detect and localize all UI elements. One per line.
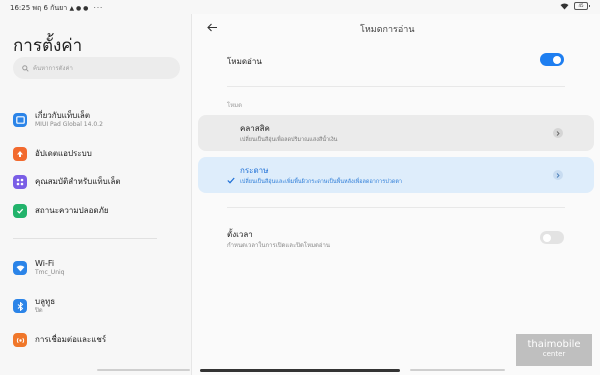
wifi-status-icon [560, 3, 569, 9]
settings-title: การตั้งค่า [13, 36, 83, 56]
sidebar-item-system-app-updates[interactable]: อัปเดตแอประบบ [13, 142, 183, 166]
sidebar-item-wifi[interactable]: Wi-Fi Tmc_Uniq [13, 256, 183, 280]
sidebar-item-label: บลูทูธ [35, 296, 56, 306]
more-notifications-dots: ··· [93, 4, 104, 12]
mode-section-label: โหมด [227, 102, 243, 109]
mode-option-description: เปลี่ยนเป็นสีอุ่นเพื่อลดปริมาณแสงสีน้ำเง… [240, 137, 338, 143]
sidebar-item-label: การเชื่อมต่อและแชร์ [35, 335, 107, 345]
sidebar-item-security-status[interactable]: สถานะความปลอดภัย [13, 199, 183, 223]
timer-toggle[interactable] [540, 231, 564, 244]
watermark-logo: thaimobile center [516, 334, 592, 366]
mode-option-description: เปลี่ยนเป็นสีอุ่นและเพิ่มพื้นผิวกระดาษเป… [240, 179, 403, 185]
wifi-icon [13, 261, 27, 275]
sidebar-item-label: Wi-Fi [35, 258, 55, 268]
sidebar-item-about-tablet[interactable]: เกี่ยวกับแท็บเล็ต MIUI Pad Global 14.0.2 [13, 108, 183, 132]
sidebar-item-label: เกี่ยวกับแท็บเล็ต [35, 110, 91, 120]
section-divider [227, 207, 565, 208]
sidebar-divider [13, 238, 157, 239]
status-time-date: 16:25 พฤ 6 กันยา [10, 4, 68, 12]
search-bar[interactable] [13, 57, 180, 79]
notification-icons: ▲ ● ● [69, 5, 89, 12]
sidebar-item-label: สถานะความปลอดภัย [35, 206, 109, 216]
sidebar-scroll-indicator [97, 369, 190, 371]
checkmark-icon [227, 169, 235, 188]
watermark-line2: center [542, 350, 566, 358]
sidebar-item-bluetooth[interactable]: บลูทูธ ปิด [13, 294, 183, 318]
sidebar-item-sub: MIUI Pad Global 14.0.2 [35, 121, 103, 129]
toggle-knob [543, 233, 551, 242]
chevron-right-icon [553, 170, 563, 180]
sidebar-item-label: คุณสมบัติสำหรับแท็บเล็ต [35, 177, 121, 187]
watermark-line1: thaimobile [527, 339, 581, 350]
battery-icon: 45 [574, 2, 590, 10]
gesture-bar[interactable] [200, 369, 400, 372]
back-arrow-icon [206, 23, 217, 31]
shield-check-icon [13, 204, 27, 218]
connection-icon [13, 333, 27, 347]
search-icon [22, 64, 29, 72]
sidebar-item-tablet-features[interactable]: คุณสมบัติสำหรับแท็บเล็ต [13, 170, 183, 194]
sidebar-item-sub: Tmc_Uniq [35, 269, 65, 277]
status-left: 16:25 พฤ 6 กันยา ▲ ● ● ··· [10, 3, 103, 14]
timer-description: กำหนดเวลาในการเปิดและปิดโหมดอ่าน [227, 242, 331, 249]
update-arrow-icon [13, 147, 27, 161]
page-title: โหมดการอ่าน [360, 25, 415, 35]
sidebar-item-connection-sharing[interactable]: การเชื่อมต่อและแชร์ [13, 328, 183, 352]
bluetooth-icon [13, 299, 27, 313]
status-right: 45 [560, 2, 590, 10]
section-divider [227, 86, 565, 87]
sidebar-item-sub: ปิด [35, 307, 43, 315]
toggle-knob [553, 55, 561, 64]
grid-icon [13, 175, 27, 189]
mode-option-paper[interactable]: กระดาษ เปลี่ยนเป็นสีอุ่นและเพิ่มพื้นผิวก… [198, 157, 594, 193]
sidebar-item-label: อัปเดตแอประบบ [35, 149, 92, 159]
chevron-right-icon [553, 128, 563, 138]
mode-option-title: คลาสสิค [240, 124, 270, 133]
mode-option-classic[interactable]: คลาสสิค เปลี่ยนเป็นสีอุ่นเพื่อลดปริมาณแส… [198, 115, 594, 151]
battery-level: 45 [578, 3, 584, 8]
reading-mode-label: โหมดอ่าน [227, 57, 262, 66]
panel-scroll-indicator [410, 369, 505, 371]
reading-mode-toggle[interactable] [540, 53, 564, 66]
status-bar: 16:25 พฤ 6 กันยา ▲ ● ● ··· 45 [0, 0, 600, 14]
tablet-icon [13, 113, 27, 127]
back-button[interactable] [205, 20, 219, 34]
mode-option-title: กระดาษ [240, 166, 269, 175]
search-input[interactable] [33, 64, 173, 72]
reading-mode-panel [192, 14, 600, 375]
